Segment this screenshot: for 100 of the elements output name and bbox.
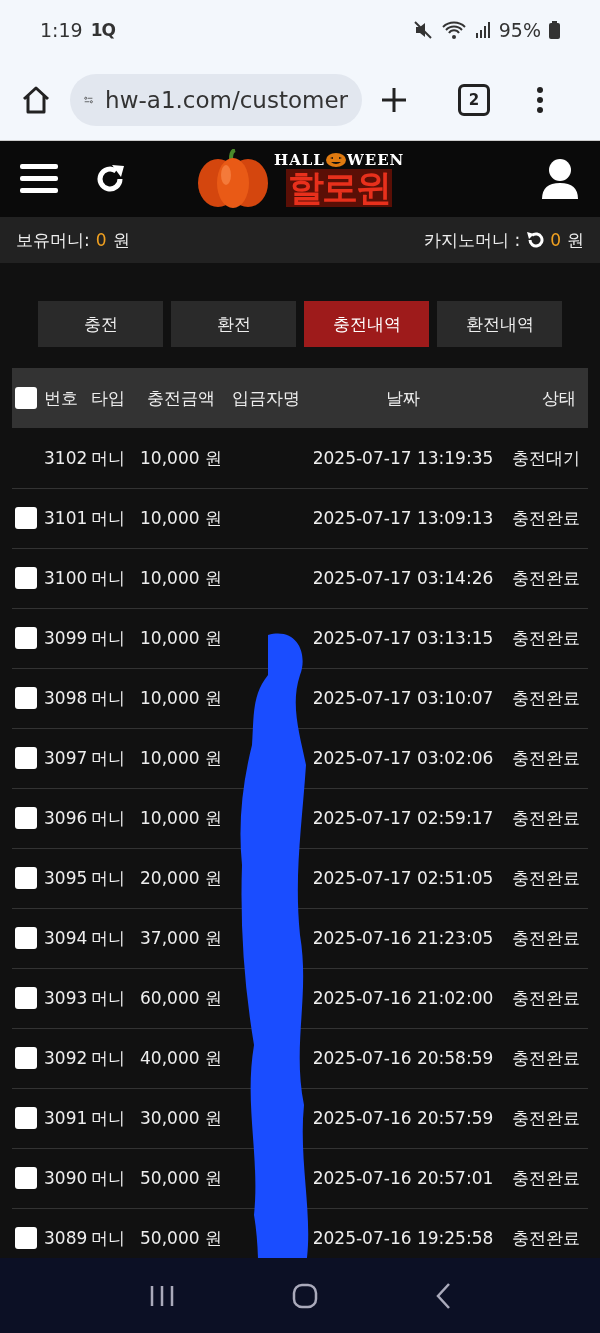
logo-text: WEEN <box>346 151 405 169</box>
table-cell: 3089 <box>44 1228 88 1248</box>
currency-unit: 원 <box>567 228 584 252</box>
row-checkbox[interactable] <box>15 747 37 769</box>
table-cell: 2025-07-17 03:13:15 <box>312 628 494 648</box>
table-cell: 2025-07-17 02:59:17 <box>312 808 494 828</box>
row-checkbox[interactable] <box>15 687 37 709</box>
table-cell: 2025-07-17 03:02:06 <box>312 748 494 768</box>
plus-icon[interactable] <box>380 86 408 114</box>
table-cell: 2025-07-16 20:58:59 <box>312 1048 494 1068</box>
row-checkbox[interactable] <box>15 927 37 949</box>
row-checkbox[interactable] <box>15 867 37 889</box>
table-cell: 3094 <box>44 928 88 948</box>
table-cell: 머니 <box>91 1046 125 1070</box>
table-cell: 2025-07-17 03:10:07 <box>312 688 494 708</box>
table-cell: 3092 <box>44 1048 88 1068</box>
table-cell: 10,000 원 <box>140 506 222 530</box>
pumpkin-icon <box>196 149 270 209</box>
table-cell: 머니 <box>91 806 125 830</box>
recent-apps-icon[interactable] <box>148 1283 175 1308</box>
clock-time: 1:19 <box>40 19 83 41</box>
held-money-label: 보유머니: <box>16 228 90 252</box>
table-cell: 충전완료 <box>512 506 580 530</box>
row-checkbox[interactable] <box>15 567 37 589</box>
table-cell: 충전완료 <box>512 746 580 770</box>
column-header: 충전금액 <box>147 386 215 410</box>
table-cell: 2025-07-16 20:57:01 <box>312 1168 494 1188</box>
jack-o-lantern-icon <box>324 152 347 168</box>
table-cell: 충전완료 <box>512 626 580 650</box>
table-cell: 40,000 원 <box>140 1046 222 1070</box>
battery-percent: 95% <box>498 19 541 41</box>
tab[interactable]: 충전내역 <box>304 301 429 347</box>
row-checkbox[interactable] <box>15 987 37 1009</box>
home-icon[interactable] <box>20 84 52 116</box>
home-button-icon[interactable] <box>292 1282 318 1309</box>
column-header: 타입 <box>91 386 125 410</box>
mute-icon <box>412 20 433 40</box>
table-cell: 10,000 원 <box>140 626 222 650</box>
table-cell: 머니 <box>91 566 125 590</box>
table-cell: 충전완료 <box>512 1226 580 1250</box>
casino-money-label: 카지노머니 : <box>424 228 521 252</box>
table-cell: 2025-07-16 21:23:05 <box>312 928 494 948</box>
row-checkbox[interactable] <box>15 1047 37 1069</box>
table-cell: 2025-07-16 19:25:58 <box>312 1228 494 1248</box>
table-cell: 3099 <box>44 628 88 648</box>
table-cell: 머니 <box>91 986 125 1010</box>
tab[interactable]: 환전 <box>171 301 296 347</box>
table-cell: 3090 <box>44 1168 88 1188</box>
row-checkbox[interactable] <box>15 807 37 829</box>
row-checkbox[interactable] <box>15 507 37 529</box>
table-cell: 3101 <box>44 508 88 528</box>
table-cell: 충전완료 <box>512 1166 580 1190</box>
refresh-icon[interactable] <box>526 231 545 249</box>
table-cell: 60,000 원 <box>140 986 222 1010</box>
more-icon[interactable] <box>536 86 544 114</box>
row-checkbox[interactable] <box>15 1167 37 1189</box>
logo-title: 할로윈 <box>286 169 393 207</box>
table-cell: 머니 <box>91 446 125 470</box>
row-checkbox[interactable] <box>15 1107 37 1129</box>
signal-icon <box>474 21 491 39</box>
table-cell: 3095 <box>44 868 88 888</box>
tab-count-button[interactable]: 2 <box>458 84 490 116</box>
table-cell: 머니 <box>91 1166 125 1190</box>
user-icon[interactable] <box>542 159 578 199</box>
column-header: 입금자명 <box>232 386 300 410</box>
table-cell: 3091 <box>44 1108 88 1128</box>
table-cell: 충전완료 <box>512 566 580 590</box>
table-cell: 3097 <box>44 748 88 768</box>
table-cell: 20,000 원 <box>140 866 222 890</box>
row-checkbox[interactable] <box>15 627 37 649</box>
table-cell: 머니 <box>91 866 125 890</box>
tab[interactable]: 환전내역 <box>437 301 562 347</box>
table-cell: 10,000 원 <box>140 446 222 470</box>
currency-unit: 원 <box>112 228 130 252</box>
table-cell: 충전완료 <box>512 926 580 950</box>
held-money-amount: 0 <box>95 230 107 250</box>
row-checkbox[interactable] <box>15 1227 37 1249</box>
table-cell: 2025-07-17 03:14:26 <box>312 568 494 588</box>
table-cell: 충전대기 <box>512 446 580 470</box>
table-cell: 충전완료 <box>512 806 580 830</box>
table-cell: 3093 <box>44 988 88 1008</box>
address-bar[interactable]: hw-a1.com/customer <box>70 74 362 126</box>
table-cell: 머니 <box>91 506 125 530</box>
column-header: 상태 <box>542 386 576 410</box>
table-cell: 충전완료 <box>512 1046 580 1070</box>
table-cell: 3098 <box>44 688 88 708</box>
table-cell: 2025-07-17 02:51:05 <box>312 868 494 888</box>
notification-icon: 1Q <box>90 20 115 40</box>
table-cell: 50,000 원 <box>140 1166 222 1190</box>
table-cell: 충전완료 <box>512 686 580 710</box>
table-cell: 10,000 원 <box>140 806 222 830</box>
back-icon[interactable] <box>435 1281 452 1310</box>
menu-icon[interactable] <box>20 163 58 195</box>
table-cell: 머니 <box>91 746 125 770</box>
table-cell: 10,000 원 <box>140 746 222 770</box>
column-header: 날짜 <box>386 386 420 410</box>
select-all-checkbox[interactable] <box>15 387 37 409</box>
tab[interactable]: 충전 <box>38 301 163 347</box>
column-header: 번호 <box>44 386 78 410</box>
casino-money-amount: 0 <box>550 230 561 250</box>
